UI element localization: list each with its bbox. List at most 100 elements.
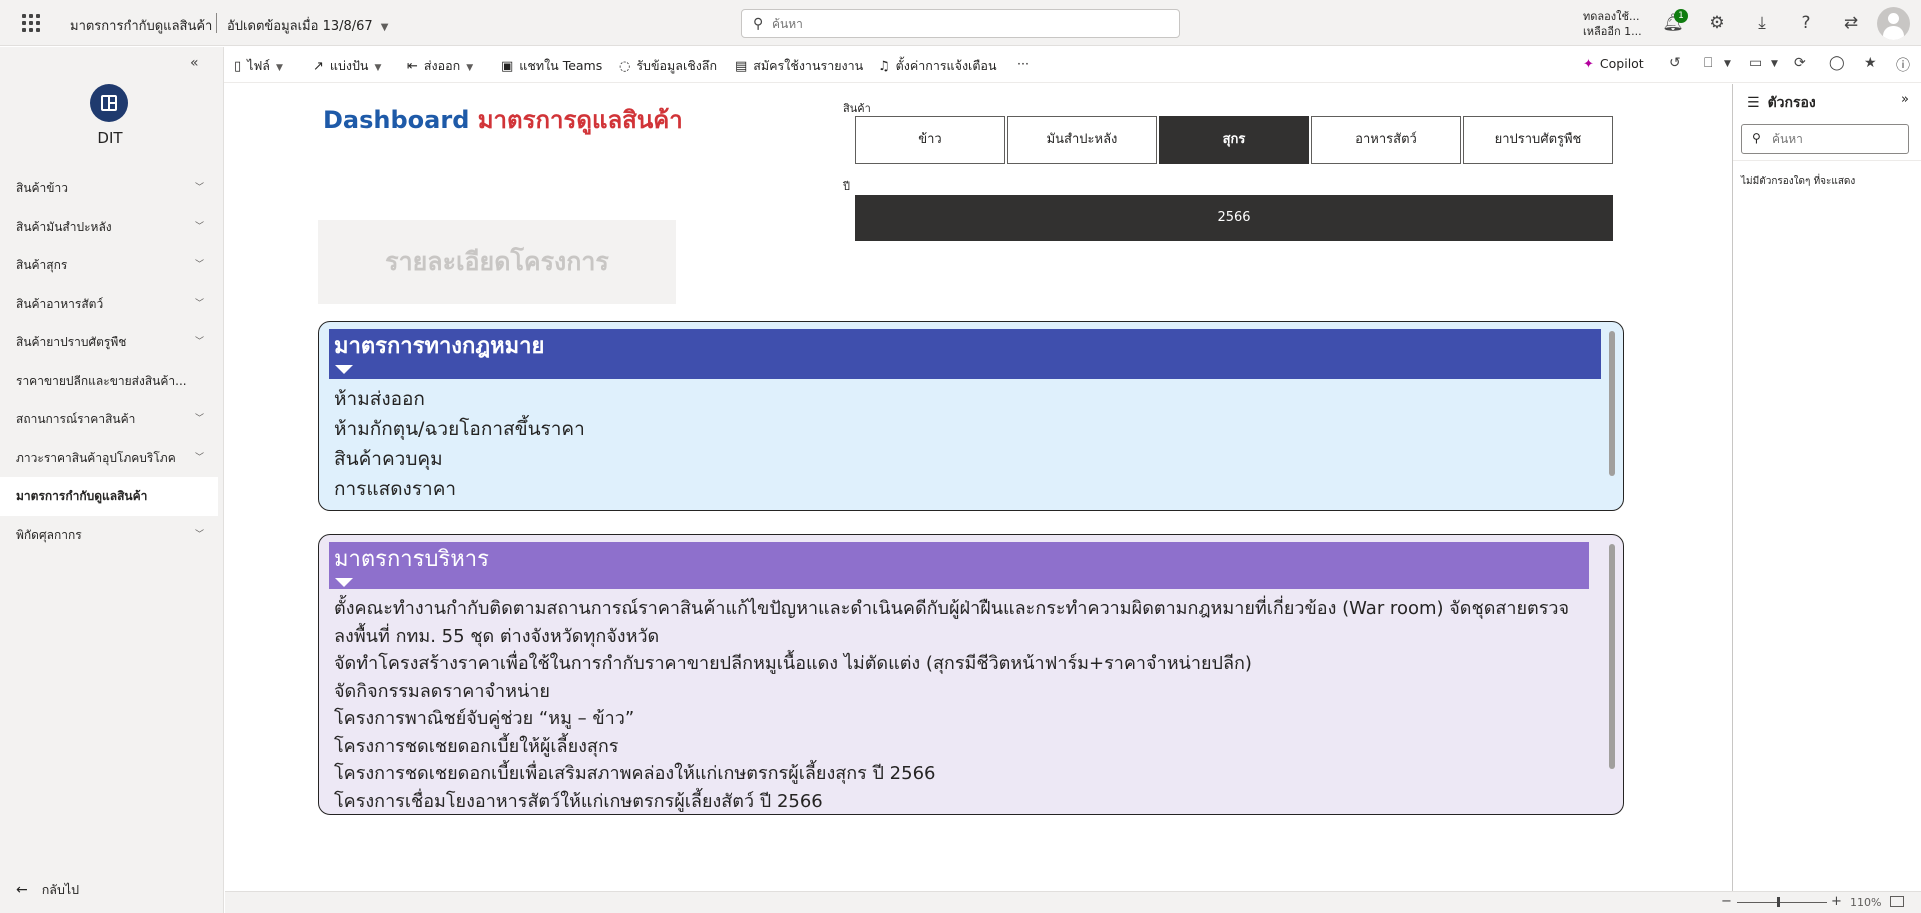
share-icon: ↗ (313, 59, 324, 74)
global-search[interactable]: ⚲ (741, 9, 1180, 38)
filter-pane: ☰ ตัวกรอง » ⚲ ไม่มีตัวกรองใดๆ ที่จะแสดง (1732, 84, 1921, 891)
search-input[interactable] (772, 14, 1162, 34)
admin-measures-card: มาตรการบริหาร ตั้งคณะทำงานกำกับติดตามสถา… (318, 534, 1624, 815)
nav-item-label: มาตรการกำกับดูแลสินค้า (16, 489, 148, 503)
chevron-down-icon: ▼ (466, 63, 474, 73)
product-pill-rice[interactable]: ข้าว (855, 116, 1005, 164)
trial-status[interactable]: ทดลองใช้... เหลืออีก 1... (1583, 9, 1642, 39)
zoom-in-icon[interactable]: + (1831, 894, 1842, 909)
nav-item-rice[interactable]: สินค้าข้าว ﹀ (0, 169, 218, 208)
nav-item-price-situation[interactable]: สถานการณ์ราคาสินค้า ﹀ (0, 400, 218, 439)
report-title[interactable]: มาตรการกำกับดูแลสินค้า (70, 15, 212, 36)
product-pill-pesticide[interactable]: ยาปราบศัตรูพืช (1463, 116, 1613, 164)
filter-divider (1733, 160, 1921, 161)
back-label: กลับไป (41, 882, 80, 897)
nav-item-label: พิกัดศุลกากร (16, 527, 82, 542)
refresh-icon[interactable]: ⟳ (1794, 55, 1806, 71)
file-menu-button[interactable]: ▯ ไฟล์ ▼ (234, 56, 283, 76)
list-item: โครงการชดเชยดอกเบี้ยเพื่อเสริมสภาพคล่องใ… (334, 763, 936, 784)
chevron-down-icon: ﹀ (194, 298, 204, 309)
copilot-button[interactable]: ✦ Copilot (1583, 56, 1644, 72)
title-divider (216, 13, 217, 33)
nav-item-consumer-goods[interactable]: ภาวะราคาสินค้าอุปโภคบริโภค ﹀ (0, 439, 218, 478)
project-details-button[interactable]: รายละเอียดโครงการ (318, 220, 676, 304)
help-icon[interactable]: ? (1795, 12, 1817, 34)
expand-triangle-icon[interactable] (335, 578, 353, 587)
list-item: สินค้าควบคุม (334, 448, 443, 470)
comment-icon[interactable]: ◯ (1829, 55, 1845, 71)
file-icon: ▯ (234, 59, 242, 74)
nav-item-animal-feed[interactable]: สินค้าอาหารสัตว์ ﹀ (0, 285, 218, 324)
zoom-level[interactable]: 110% (1850, 896, 1881, 909)
app-launcher-icon[interactable] (22, 14, 40, 32)
filter-search-input[interactable] (1772, 131, 1897, 147)
search-icon: ⚲ (1752, 131, 1761, 145)
export-menu-button[interactable]: ⇤ ส่งออก ▼ (407, 56, 473, 76)
chevron-down-icon: ﹀ (194, 221, 204, 232)
more-options-button[interactable]: ··· (1017, 56, 1029, 71)
trial-line-1: ทดลองใช้... (1583, 10, 1640, 23)
favorite-star-icon[interactable]: ★ (1864, 55, 1877, 71)
list-item: โครงการชดเชยดอกเบี้ยให้ผู้เลี้ยงสุกร (334, 735, 619, 757)
legal-measures-header[interactable]: มาตรการทางกฎหมาย (329, 329, 1601, 379)
product-pill-pork[interactable]: สุกร (1159, 116, 1309, 164)
list-item: ตั้งคณะทำงานกำกับติดตามสถานการณ์ราคาสินค… (334, 598, 1570, 647)
file-menu-label: ไฟล์ (247, 58, 270, 73)
product-slicer-label: สินค้า (843, 102, 871, 115)
filter-search[interactable]: ⚲ (1741, 124, 1909, 154)
back-button[interactable]: ← กลับไป (16, 880, 79, 900)
set-alert-button[interactable]: ♫ ตั้งค่าการแจ้งเตือน (878, 56, 997, 76)
nav-item-pork[interactable]: สินค้าสุกร ﹀ (0, 246, 218, 285)
subscribe-button[interactable]: ▤ สมัครใช้งานรายงาน (735, 56, 863, 76)
admin-measures-title: มาตรการบริหาร (334, 547, 489, 572)
chevron-down-icon[interactable]: ▼ (1771, 59, 1778, 69)
legal-measures-scrollbar[interactable] (1609, 331, 1615, 476)
user-avatar[interactable] (1877, 7, 1910, 40)
nav-item-pesticide[interactable]: สินค้ายาปราบศัตรูพืช ﹀ (0, 323, 218, 362)
expand-triangle-icon[interactable] (335, 365, 353, 374)
zoom-slider[interactable] (1737, 902, 1827, 903)
filter-pane-title: ☰ ตัวกรอง (1747, 92, 1816, 114)
bookmark-icon[interactable]: ⎕ (1704, 55, 1712, 71)
download-icon[interactable]: ⤓ (1751, 12, 1773, 34)
settings-gear-icon[interactable]: ⚙ (1706, 12, 1728, 34)
list-item: โครงการพาณิชย์จับคู่ช่วย “หมู – ข้าว” (334, 708, 635, 729)
admin-measures-header[interactable]: มาตรการบริหาร (329, 542, 1589, 589)
dashboard-title: Dashboard มาตรการดูแลสินค้า (323, 100, 683, 139)
left-navigation: « DIT สินค้าข้าว ﹀ สินค้ามันสำปะหลัง ﹀ สิน… (0, 47, 224, 913)
nav-item-regulation-measures[interactable]: มาตรการกำกับดูแลสินค้า (0, 477, 218, 516)
zoom-slider-thumb[interactable] (1776, 897, 1780, 907)
chevron-down-icon[interactable]: ▼ (1724, 59, 1731, 69)
nav-item-cassava[interactable]: สินค้ามันสำปะหลัง ﹀ (0, 208, 218, 247)
product-pill-cassava[interactable]: มันสำปะหลัง (1007, 116, 1157, 164)
nav-item-label: สถานการณ์ราคาสินค้า (16, 412, 136, 426)
undo-icon[interactable]: ↺ (1669, 55, 1681, 71)
nav-item-retail-wholesale[interactable]: ราคาขายปลีกและขายส่งสินค้า... (0, 362, 218, 401)
nav-item-label: สินค้าข้าว (16, 181, 68, 195)
view-icon[interactable]: ▭ (1749, 55, 1762, 71)
lightbulb-icon: ◌ (619, 59, 631, 74)
admin-measures-scrollbar[interactable] (1609, 544, 1615, 769)
share-menu-button[interactable]: ↗ แบ่งปัน ▼ (313, 56, 381, 76)
dashboard-title-part1: Dashboard (323, 106, 470, 134)
info-icon[interactable]: ⓘ (1896, 55, 1910, 75)
product-pill-animal-feed[interactable]: อาหารสัตว์ (1311, 116, 1461, 164)
status-bar: − + 110% (225, 891, 1921, 913)
teams-chat-button[interactable]: ▣ แชทใน Teams (501, 56, 602, 76)
fit-to-page-icon[interactable] (1890, 896, 1904, 907)
insights-button[interactable]: ◌ รับข้อมูลเชิงลึก (619, 56, 717, 76)
expand-pane-icon[interactable]: » (1901, 92, 1909, 107)
nav-item-customs-tariff[interactable]: พิกัดศุลกากร ﹀ (0, 516, 218, 555)
data-updated-dropdown[interactable]: อัปเดตข้อมูลเมื่อ 13/8/67 ▼ (227, 15, 388, 36)
chevron-down-icon: ▼ (380, 22, 389, 33)
zoom-out-icon[interactable]: − (1721, 894, 1732, 909)
chevron-down-icon: ﹀ (194, 337, 204, 347)
list-item: จัดทำโครงสร้างราคาเพื่อใช้ในการกำกับราคา… (334, 653, 1252, 674)
filter-pane-title-text: ตัวกรอง (1767, 95, 1816, 111)
share-feedback-icon[interactable]: ⇄ (1840, 12, 1862, 34)
workspace-logo-icon (90, 84, 128, 122)
collapse-nav-icon[interactable]: « (190, 55, 199, 71)
subscribe-label: สมัครใช้งานรายงาน (753, 58, 864, 73)
list-item: โครงการเชื่อมโยงอาหารสัตว์ให้แก่เกษตรกรผ… (334, 790, 823, 812)
year-slicer-selected[interactable]: 2566 (855, 195, 1613, 241)
